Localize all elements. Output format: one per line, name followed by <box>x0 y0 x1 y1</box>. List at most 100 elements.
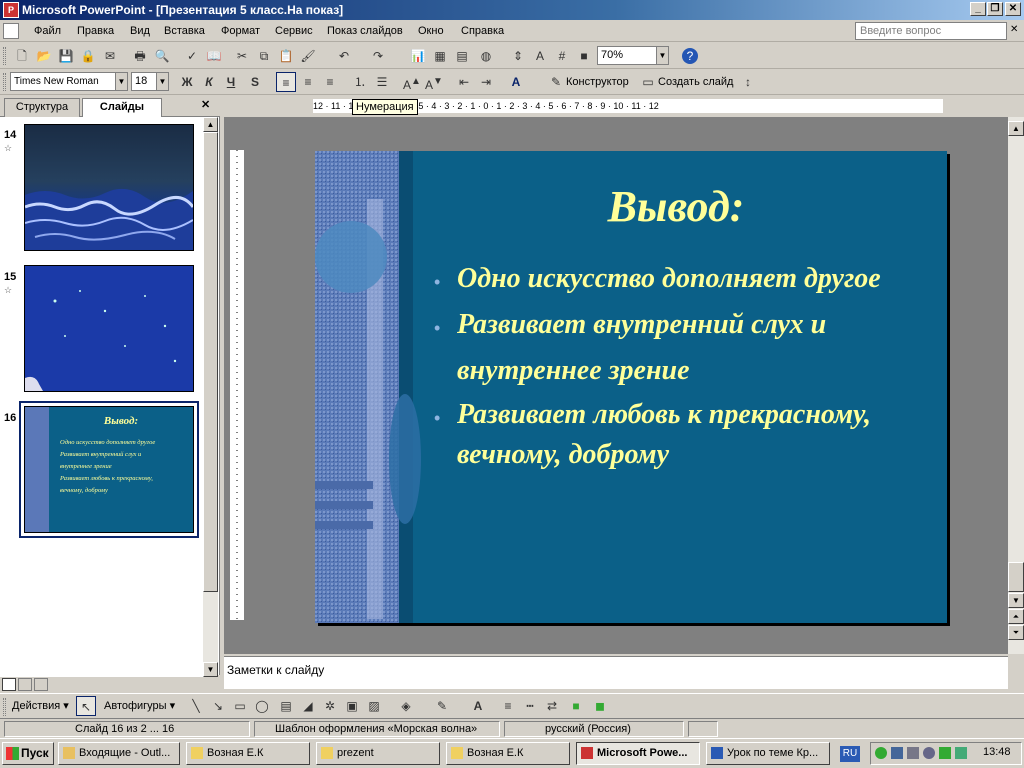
menu-insert[interactable]: Вставка <box>160 23 209 39</box>
task-word[interactable]: Урок по теме Кр... <box>706 742 830 765</box>
insert-table-icon[interactable]: ▦ <box>430 46 450 66</box>
thumbnail-slide-14[interactable] <box>24 124 195 251</box>
select-objects-icon[interactable]: ↖ <box>76 696 96 716</box>
slide-title[interactable]: Вывод: <box>435 181 917 232</box>
tables-borders-icon[interactable]: ▤ <box>452 46 472 66</box>
slide-sorter-icon[interactable] <box>18 678 32 691</box>
minimize-button[interactable]: _ <box>970 2 986 16</box>
menu-tools[interactable]: Сервис <box>271 23 317 39</box>
restore-button[interactable]: ❐ <box>987 2 1003 16</box>
shadow-style-icon[interactable]: ■ <box>566 696 586 716</box>
show-formatting-icon[interactable]: A <box>530 46 550 66</box>
open-icon[interactable]: 📂 <box>34 46 54 66</box>
increase-indent-button[interactable]: ⇥ <box>476 72 496 92</box>
design-icon[interactable]: ✎ <box>546 72 566 92</box>
arrow-style-icon[interactable]: ⇄ <box>542 696 562 716</box>
font-color-icon[interactable]: A <box>468 696 488 716</box>
scroll-thumb[interactable] <box>1008 562 1024 592</box>
new-slide-button[interactable]: Создать слайд <box>658 72 733 92</box>
numbering-button[interactable]: ⒈ <box>350 72 370 92</box>
new-icon[interactable]: 🗋 <box>12 46 32 66</box>
picture-icon[interactable]: ▨ <box>364 696 384 716</box>
copy-icon[interactable]: ⧉ <box>254 46 274 66</box>
research-icon[interactable]: 📖 <box>204 46 224 66</box>
line-color-icon[interactable]: ✎ <box>432 696 452 716</box>
spelling-icon[interactable]: ✓ <box>182 46 202 66</box>
scroll-down-icon[interactable]: ▼ <box>1008 593 1024 608</box>
bullet-text[interactable]: внутреннее зрение <box>457 355 690 387</box>
tray-icon[interactable] <box>875 747 887 759</box>
align-center-button[interactable]: ≡ <box>298 72 318 92</box>
chevron-down-icon[interactable]: ▼ <box>656 47 668 64</box>
toolbar-grip[interactable] <box>3 47 6 65</box>
permission-icon[interactable]: 🔒 <box>78 46 98 66</box>
insert-chart-icon[interactable]: 📊 <box>408 46 428 66</box>
powerpoint-app-icon[interactable]: P <box>3 2 19 18</box>
scroll-up-icon[interactable]: ▲ <box>1008 121 1024 136</box>
language-indicator[interactable]: RU <box>840 746 860 762</box>
menu-slideshow[interactable]: Показ слайдов <box>323 23 407 39</box>
oval-icon[interactable]: ◯ <box>252 696 272 716</box>
task-folder[interactable]: prezent <box>316 742 440 765</box>
arrow-icon[interactable]: ↘ <box>208 696 228 716</box>
line-style-icon[interactable]: ≡ <box>498 696 518 716</box>
volume-icon[interactable] <box>955 747 967 759</box>
bullet-text[interactable]: вечному, доброму <box>457 439 669 471</box>
design-button[interactable]: Конструктор <box>566 72 629 92</box>
increase-font-button[interactable]: A▲ <box>402 72 422 92</box>
print-icon[interactable]: 🖶 <box>130 46 150 66</box>
thumbnails-scrollbar[interactable]: ▲ ▼ <box>203 117 218 677</box>
redo-icon[interactable]: ↷ <box>368 46 388 66</box>
color-grayscale-icon[interactable]: ■ <box>574 46 594 66</box>
font-color-button[interactable]: A <box>506 72 526 92</box>
bullet-text[interactable]: Одно искусство дополняет другое <box>457 263 881 295</box>
scroll-down-icon[interactable]: ▼ <box>203 662 218 677</box>
dash-style-icon[interactable]: ┅ <box>520 696 540 716</box>
menu-format[interactable]: Формат <box>217 23 264 39</box>
bold-button[interactable]: Ж <box>177 72 197 92</box>
thumbnail-slide-15[interactable] <box>24 265 194 392</box>
decrease-indent-button[interactable]: ⇤ <box>454 72 474 92</box>
bullet-text[interactable]: Развивает любовь к прекрасному, <box>457 399 871 431</box>
close-pane-icon[interactable]: ✕ <box>201 98 210 111</box>
tray-icon[interactable] <box>907 747 919 759</box>
chevron-down-icon[interactable]: ▼ <box>156 73 168 90</box>
tab-outline[interactable]: Структура <box>4 98 80 117</box>
next-slide-icon[interactable]: ⏷ <box>1008 625 1024 640</box>
task-outlook[interactable]: Входящие - Outl... <box>58 742 180 765</box>
3d-style-icon[interactable]: ◼ <box>590 696 610 716</box>
save-icon[interactable]: 💾 <box>56 46 76 66</box>
clock[interactable]: 13:48 <box>983 746 1011 758</box>
document-icon[interactable] <box>3 23 19 39</box>
menu-edit[interactable]: Правка <box>73 23 118 39</box>
menu-window[interactable]: Окно <box>414 23 448 39</box>
start-button[interactable]: Пуск <box>2 742 54 765</box>
close-button[interactable]: ✕ <box>1005 2 1021 16</box>
tray-icon[interactable] <box>923 747 935 759</box>
tray-icon[interactable] <box>939 747 951 759</box>
line-icon[interactable]: ╲ <box>186 696 206 716</box>
clipart-icon[interactable]: ▣ <box>342 696 362 716</box>
previous-slide-icon[interactable]: ⏶ <box>1008 609 1024 624</box>
show-grid-icon[interactable]: # <box>552 46 572 66</box>
slideshow-icon[interactable] <box>34 678 48 691</box>
task-folder[interactable]: Возная Е.К <box>186 742 310 765</box>
zoom-select[interactable]: 70% ▼ <box>597 46 669 65</box>
ask-question-input[interactable]: Введите вопрос <box>855 22 1007 40</box>
menu-file[interactable]: Файл <box>30 23 65 39</box>
menu-view[interactable]: Вид <box>126 23 154 39</box>
underline-button[interactable]: Ч <box>221 72 241 92</box>
expand-all-icon[interactable]: ⇕ <box>508 46 528 66</box>
new-slide-icon[interactable]: ▭ <box>638 72 658 92</box>
wordart-icon[interactable]: ◢ <box>298 696 318 716</box>
toolbar-grip[interactable] <box>3 698 6 716</box>
rectangle-icon[interactable]: ▭ <box>230 696 250 716</box>
close-document-icon[interactable]: ✕ <box>1010 24 1018 35</box>
scroll-thumb[interactable] <box>203 132 218 592</box>
network-icon[interactable] <box>891 747 903 759</box>
bullets-button[interactable]: ☰ <box>372 72 392 92</box>
vertical-ruler[interactable] <box>230 150 244 620</box>
paste-icon[interactable]: 📋 <box>276 46 296 66</box>
chevron-down-icon[interactable]: ▼ <box>115 73 127 90</box>
fill-color-icon[interactable]: ◈ <box>396 696 416 716</box>
